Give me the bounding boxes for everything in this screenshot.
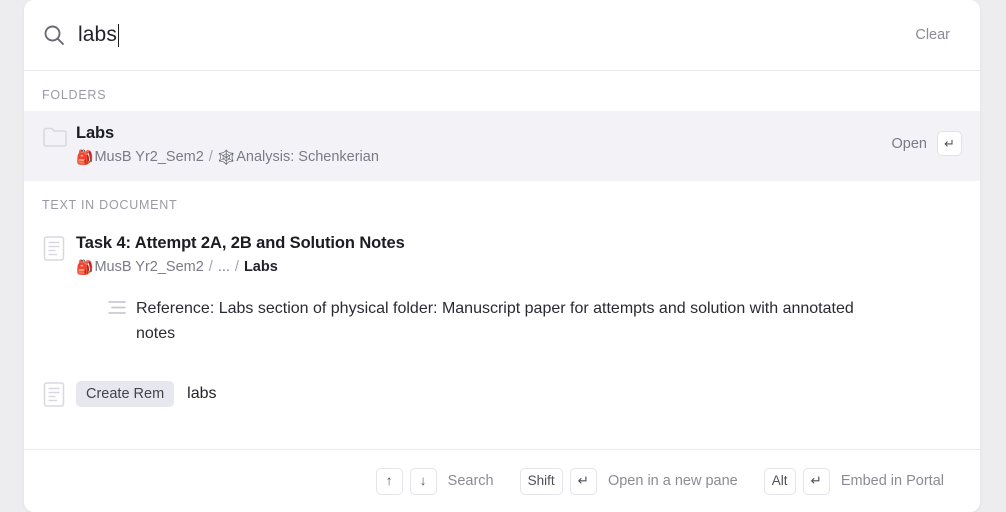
shortcut-keys: ↑ ↓ [375, 467, 437, 495]
document-result-breadcrumb: 🎒 MusB Yr2_Sem2 / ... / Labs [76, 257, 962, 277]
enter-key-icon[interactable]: ↵ [802, 467, 830, 495]
folder-icon [42, 123, 76, 153]
document-snippet-text: Reference: Labs section of physical fold… [136, 300, 854, 342]
search-bar: labs Clear [24, 0, 980, 71]
create-rem-row[interactable]: Create Rem labs [24, 370, 980, 418]
shortcut-label-open-new-pane: Open in a new pane [607, 473, 738, 489]
text-caret [117, 23, 119, 47]
shortcut-hint-search: ↑ ↓ Search [375, 467, 494, 495]
section-header-folders: FOLDERS [42, 88, 107, 102]
breadcrumb-parent: MusB Yr2_Sem2 [94, 149, 204, 165]
document-result-main: Task 4: Attempt 2A, 2B and Solution Note… [76, 233, 962, 277]
web-icon: 🕸️ [217, 149, 236, 165]
shortcut-label-embed-portal: Embed in Portal [840, 473, 944, 489]
clear-button[interactable]: Clear [909, 23, 956, 47]
shortcut-keys: Alt ↵ [763, 467, 830, 495]
enter-key-icon[interactable]: ↵ [937, 131, 962, 156]
arrow-down-key-icon[interactable]: ↓ [409, 467, 437, 495]
footer-shortcut-bar: ↑ ↓ Search Shift ↵ Open in a new pane Al… [24, 449, 980, 512]
alt-key-icon[interactable]: Alt [763, 467, 796, 495]
open-label: Open [891, 135, 927, 152]
document-result-row[interactable]: Task 4: Attempt 2A, 2B and Solution Note… [24, 221, 980, 291]
create-rem-query: labs [187, 385, 217, 402]
breadcrumb-child: Labs [243, 259, 278, 275]
breadcrumb-ellipsis: ... [217, 259, 230, 275]
shortcut-label-search: Search [447, 473, 494, 489]
section-header-text-in-document: TEXT IN DOCUMENT [42, 198, 178, 212]
create-rem-chip[interactable]: Create Rem [76, 380, 175, 408]
shortcut-hint-open-new-pane: Shift ↵ Open in a new pane [519, 467, 738, 495]
document-snippet[interactable]: Reference: Labs section of physical fold… [24, 291, 980, 346]
folder-result-breadcrumb: 🎒 MusB Yr2_Sem2 / 🕸️ Analysis: Schenkeri… [76, 147, 880, 167]
folder-result-actions: Open ↵ [892, 131, 962, 156]
search-input[interactable]: labs [78, 22, 909, 48]
breadcrumb-separator-2: / [234, 259, 239, 275]
backpack-icon: 🎒 [76, 259, 94, 275]
folder-result-row[interactable]: Labs 🎒 MusB Yr2_Sem2 / 🕸️ Analysis: Sche… [24, 111, 980, 181]
breadcrumb-separator: / [208, 149, 213, 165]
backpack-icon: 🎒 [76, 149, 94, 165]
search-icon [41, 22, 67, 48]
folder-result-title: Labs [76, 124, 115, 142]
folder-result-main: Labs 🎒 MusB Yr2_Sem2 / 🕸️ Analysis: Sche… [76, 123, 880, 167]
breadcrumb-separator: / [208, 259, 213, 275]
document-result-title: Task 4: Attempt 2A, 2B and Solution Note… [76, 234, 405, 252]
breadcrumb-child: Analysis: Schenkerian [236, 149, 379, 165]
list-lines-icon [108, 296, 136, 315]
shortcut-hint-embed-portal: Alt ↵ Embed in Portal [763, 467, 944, 495]
shift-key-icon[interactable]: Shift [519, 467, 563, 495]
search-overlay-panel: labs Clear FOLDERS Labs 🎒 MusB Yr2_Sem2 … [24, 0, 980, 512]
document-icon [42, 233, 76, 263]
shortcut-keys: Shift ↵ [519, 467, 597, 495]
search-results: FOLDERS Labs 🎒 MusB Yr2_Sem2 / 🕸️ Analys… [24, 71, 980, 449]
document-icon [42, 379, 76, 409]
breadcrumb-parent: MusB Yr2_Sem2 [94, 259, 204, 275]
enter-key-icon[interactable]: ↵ [569, 467, 597, 495]
arrow-up-key-icon[interactable]: ↑ [375, 467, 403, 495]
search-query-text: labs [78, 23, 117, 46]
